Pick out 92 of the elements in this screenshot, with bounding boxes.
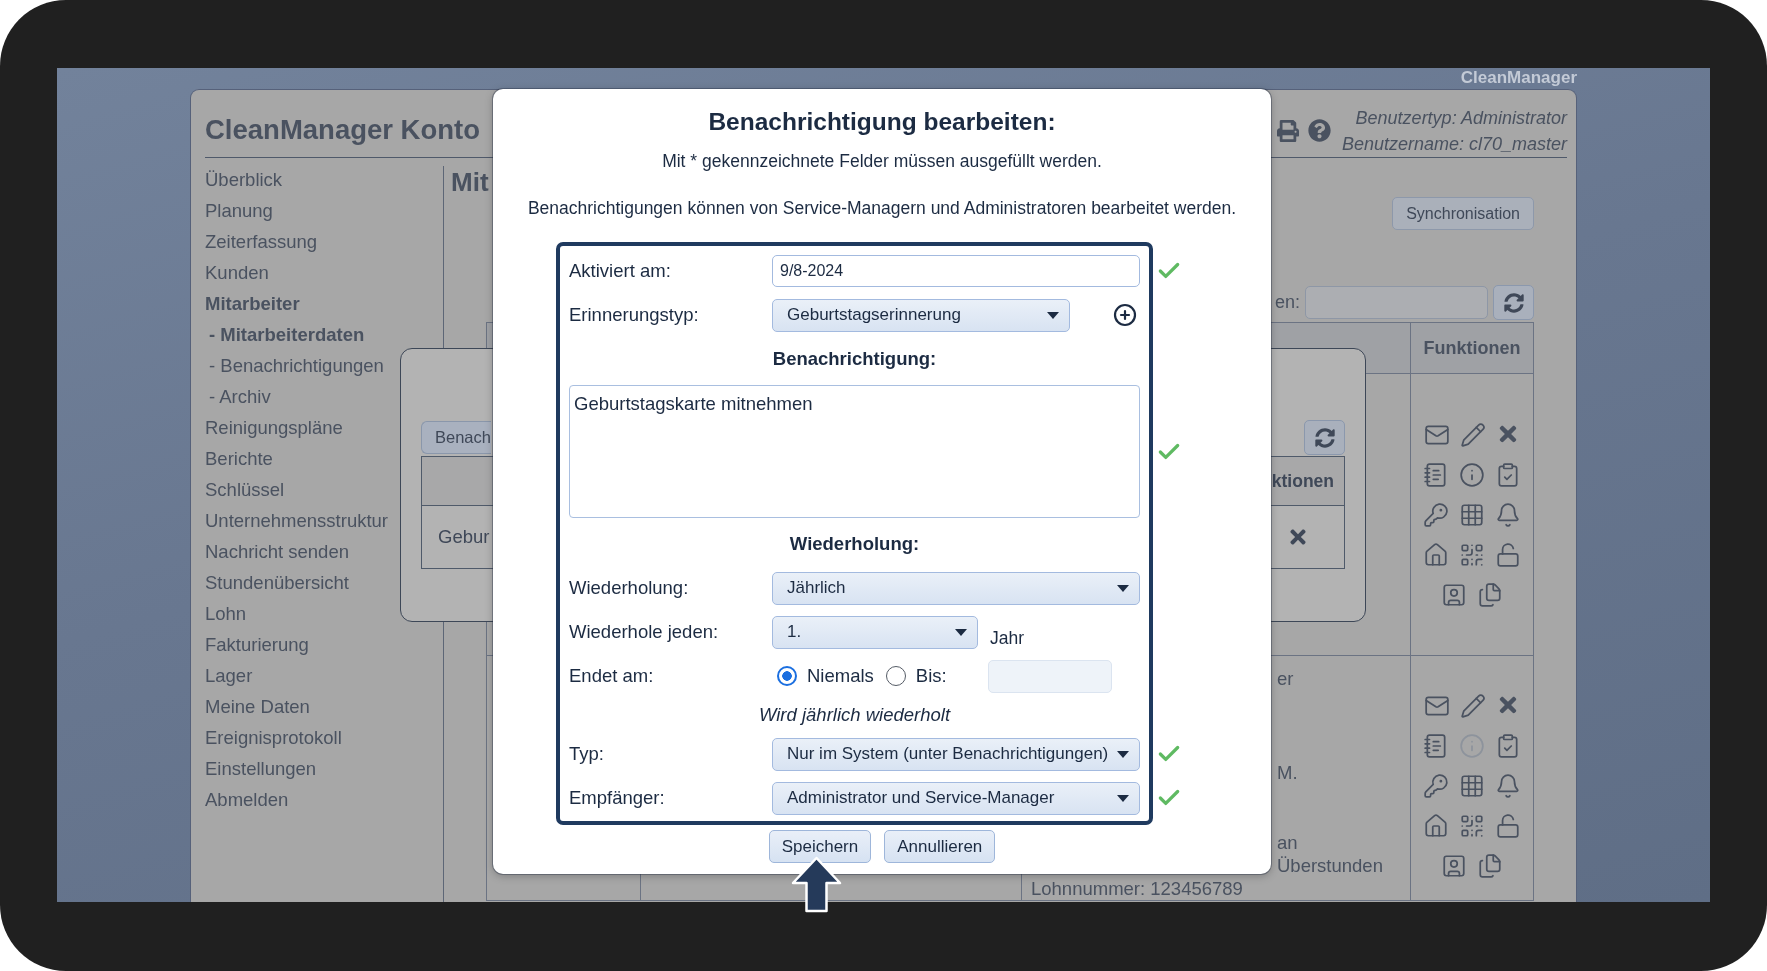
table-text: an — [1277, 831, 1299, 854]
user-type: Benutzertyp: Administrator — [1355, 106, 1567, 130]
sidebar-item[interactable]: Mitarbeiter — [205, 288, 443, 319]
date-field[interactable]: 9/8-2024 — [772, 255, 1140, 287]
bell-icon[interactable] — [1495, 501, 1521, 528]
sidebar-item[interactable]: Planung — [205, 195, 443, 226]
grid-icon[interactable] — [1459, 773, 1485, 799]
print-icon[interactable] — [1276, 119, 1299, 142]
qr-code-icon[interactable] — [1459, 541, 1485, 568]
pencil-icon[interactable] — [1460, 693, 1486, 719]
user-card-icon[interactable] — [1441, 853, 1467, 879]
hint-text: Wird jährlich wiederholt — [757, 703, 952, 727]
notebook-icon[interactable] — [1423, 461, 1449, 488]
clipboard-check-icon[interactable] — [1495, 733, 1521, 759]
unlock-icon[interactable] — [1495, 541, 1521, 568]
save-button[interactable]: Speichern — [768, 830, 872, 863]
cancel-button[interactable]: Annullieren — [884, 830, 996, 863]
app-title: CleanManager Konto — [205, 113, 481, 146]
table-text: M. — [1277, 761, 1299, 784]
field-label: Wiederholung: — [569, 577, 690, 599]
documents-icon[interactable] — [1477, 853, 1503, 879]
bell-icon[interactable] — [1495, 773, 1521, 799]
sidebar-item[interactable]: Kunden — [205, 257, 443, 288]
dropdown[interactable]: Administrator und Service-Manager — [772, 781, 1140, 815]
table-text: Überstunden — [1277, 854, 1384, 877]
field-label: Erinnerungstyp: — [569, 304, 700, 326]
sync-button[interactable]: Synchronisation — [1392, 197, 1534, 230]
field-label: Endet am: — [569, 665, 655, 687]
sidebar-item[interactable]: Einstellungen — [205, 753, 443, 784]
dropdown[interactable]: 1. — [772, 615, 978, 649]
option-label: Bis: — [915, 665, 947, 687]
message-field[interactable]: Geburtstagskarte mitnehmen — [569, 385, 1140, 518]
table-text: Lohnnummer: 123456789 — [1031, 877, 1244, 900]
info-icon[interactable] — [1459, 461, 1485, 488]
brand-name: CleanManager — [1460, 68, 1577, 89]
house-icon[interactable] — [1423, 541, 1449, 568]
search-label: en: — [1274, 292, 1300, 313]
caret-icon — [1117, 584, 1129, 592]
clipboard-check-icon[interactable] — [1495, 461, 1521, 488]
add-icon[interactable] — [1113, 303, 1137, 327]
refresh-icon — [1503, 292, 1524, 313]
mail-icon[interactable] — [1424, 693, 1450, 719]
page-heading: Mit — [451, 166, 490, 198]
sidebar-item[interactable]: Abmelden — [205, 784, 443, 815]
refresh-button[interactable] — [1493, 285, 1534, 320]
field-label: Empfänger: — [569, 787, 666, 809]
required-note: Mit * gekennzeichnete Felder müssen ausgefüllt werden. — [662, 150, 1102, 173]
caret-icon — [955, 628, 967, 636]
radio-button[interactable] — [777, 666, 797, 686]
sidebar-subitem[interactable]: - Mitarbeiterdaten — [205, 319, 443, 350]
caret-icon — [1117, 794, 1129, 802]
section-title: Benachrichtigung: — [771, 347, 938, 371]
field-label: Typ: — [569, 743, 605, 765]
documents-icon[interactable] — [1477, 581, 1503, 608]
user-card-icon[interactable] — [1441, 581, 1467, 608]
option-label: Niemals — [807, 665, 874, 687]
key-icon[interactable] — [1423, 773, 1449, 799]
radio-button[interactable] — [885, 666, 906, 686]
qr-code-icon[interactable] — [1459, 813, 1485, 839]
table-text: er — [1277, 667, 1295, 690]
sidebar-item[interactable]: Fakturierung — [205, 629, 443, 660]
refresh-icon — [1314, 427, 1335, 448]
grid-icon[interactable] — [1459, 501, 1485, 528]
field-label: Aktiviert am: — [569, 260, 672, 282]
column-header: Funktionen — [1411, 323, 1534, 374]
unlock-icon[interactable] — [1495, 813, 1521, 839]
help-icon[interactable] — [1307, 119, 1331, 142]
refresh-button[interactable] — [1304, 420, 1345, 455]
sidebar-item[interactable]: Zeiterfassung — [205, 226, 443, 257]
dialog-title: Benachrichtigung bearbeiten: — [708, 107, 1056, 137]
dropdown[interactable]: Nur im System (unter Benachrichtigungen) — [772, 737, 1140, 771]
notebook-icon[interactable] — [1423, 733, 1449, 759]
pencil-icon[interactable] — [1460, 421, 1486, 448]
user-name: Benutzername: cl70_master — [1341, 132, 1567, 156]
field-label: Wiederhole jeden: — [569, 621, 720, 643]
sidebar-item[interactable]: Lager — [205, 660, 443, 691]
column-header: ktionen — [1271, 470, 1334, 492]
table-text: Gebur — [438, 526, 490, 548]
info-text: Benachrichtigungen können von Service-Managern und Administratoren bearbeitet werden. — [527, 197, 1237, 220]
sidebar-item[interactable]: Meine Daten — [205, 691, 443, 722]
notifications-button[interactable]: Benach — [421, 421, 491, 454]
dropdown[interactable]: Geburtstagserinnerung — [772, 298, 1070, 332]
caret-icon — [1047, 311, 1059, 319]
section-title: Wiederholung: — [788, 532, 921, 556]
sidebar-item[interactable]: Ereignisprotokoll — [205, 722, 443, 753]
unit-label: Jahr — [990, 627, 1025, 649]
key-icon[interactable] — [1423, 501, 1449, 528]
caret-icon — [1117, 750, 1129, 758]
sidebar-item[interactable]: Überblick — [205, 164, 443, 195]
dropdown[interactable]: Jährlich — [772, 571, 1140, 605]
search-field[interactable] — [1305, 286, 1488, 319]
house-icon[interactable] — [1423, 813, 1449, 839]
